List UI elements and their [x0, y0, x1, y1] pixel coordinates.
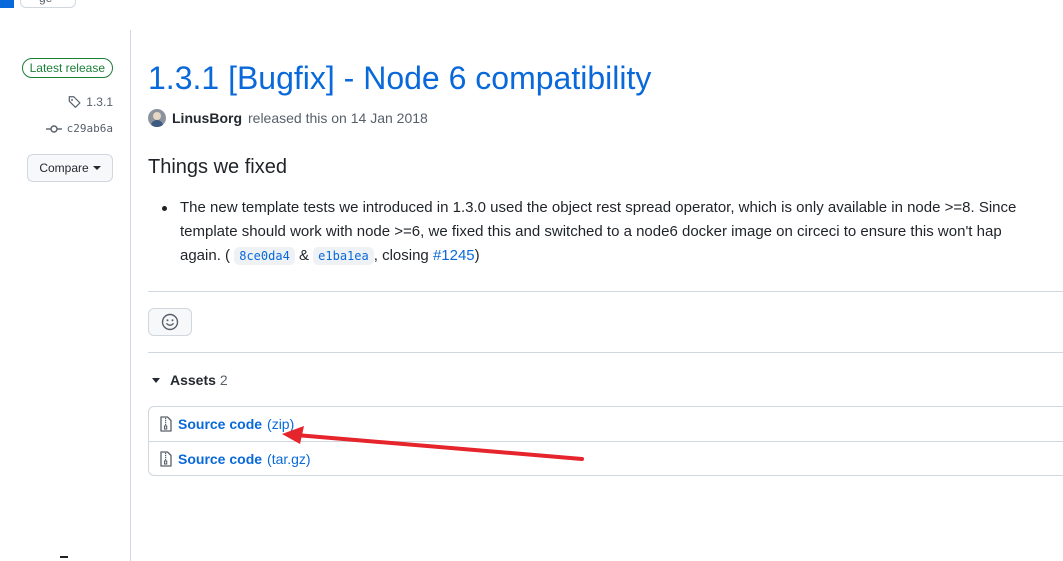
release-notes: The new template tests we introduced in …	[162, 196, 1063, 268]
assets-label: Assets	[170, 372, 216, 388]
release-meta: LinusBorg released this on 14 Jan 2018	[148, 109, 428, 127]
release-main: 1.3.1 [Bugfix] - Node 6 compatibility Li…	[148, 0, 1063, 561]
tag-name: 1.3.1	[86, 95, 113, 109]
notes-line-3: again. ( 8ce0da4 & e1ba1ea, closing #124…	[180, 244, 1063, 268]
notes-line-3-start: again. (	[180, 247, 231, 264]
commit-icon	[45, 124, 62, 133]
notes-line-2: template should work with node >=6, we f…	[180, 223, 1002, 240]
author-link[interactable]: LinusBorg	[172, 110, 242, 126]
release-sidebar: Latest release 1.3.1 c29ab6a Compare	[0, 30, 131, 561]
notes-closing: , closing	[373, 247, 429, 264]
notes-amp: &	[298, 247, 309, 264]
file-zip-icon	[160, 416, 172, 432]
compare-label: Compare	[39, 161, 89, 175]
annotation-arrow	[282, 426, 584, 461]
release-date-text: released this on 14 Jan 2018	[248, 110, 428, 126]
add-reaction-button[interactable]	[148, 308, 192, 336]
commit-link-2[interactable]: e1ba1ea	[313, 247, 374, 265]
commit-link-1[interactable]: 8ce0da4	[234, 247, 295, 265]
issue-link[interactable]: #1245	[433, 247, 475, 264]
notes-line-1: The new template tests we introduced in …	[180, 199, 1017, 216]
list-item: The new template tests we introduced in …	[162, 196, 1063, 268]
compare-button[interactable]: Compare	[27, 154, 113, 182]
release-title[interactable]: 1.3.1 [Bugfix] - Node 6 compatibility	[148, 60, 651, 97]
asset-name[interactable]: Source code	[178, 416, 262, 432]
top-tab-indicator	[0, 0, 14, 8]
assets-count: 2	[219, 372, 228, 388]
tag-icon	[68, 96, 81, 108]
asset-name[interactable]: Source code	[178, 451, 262, 467]
divider	[148, 291, 1063, 292]
commit-code-1: 8ce0da4	[234, 247, 295, 265]
notes-heading: Things we fixed	[148, 156, 287, 178]
divider	[60, 556, 68, 558]
commit-code-2: e1ba1ea	[313, 247, 374, 265]
avatar[interactable]	[148, 109, 166, 127]
commit-link[interactable]: c29ab6a	[45, 122, 113, 135]
file-zip-icon	[160, 450, 172, 467]
triangle-down-icon	[152, 377, 160, 383]
latest-release-badge: Latest release	[21, 58, 113, 78]
assets-toggle[interactable]: Assets 2	[152, 372, 228, 388]
chevron-down-icon	[92, 166, 101, 170]
notes-line-3-end: )	[474, 247, 480, 264]
commit-sha: c29ab6a	[66, 122, 113, 135]
tag-link[interactable]: 1.3.1	[68, 95, 113, 109]
top-tab-button[interactable]: ge	[20, 0, 76, 8]
smiley-icon	[161, 313, 179, 331]
divider	[148, 352, 1063, 353]
top-tab-label: ge	[39, 0, 52, 5]
